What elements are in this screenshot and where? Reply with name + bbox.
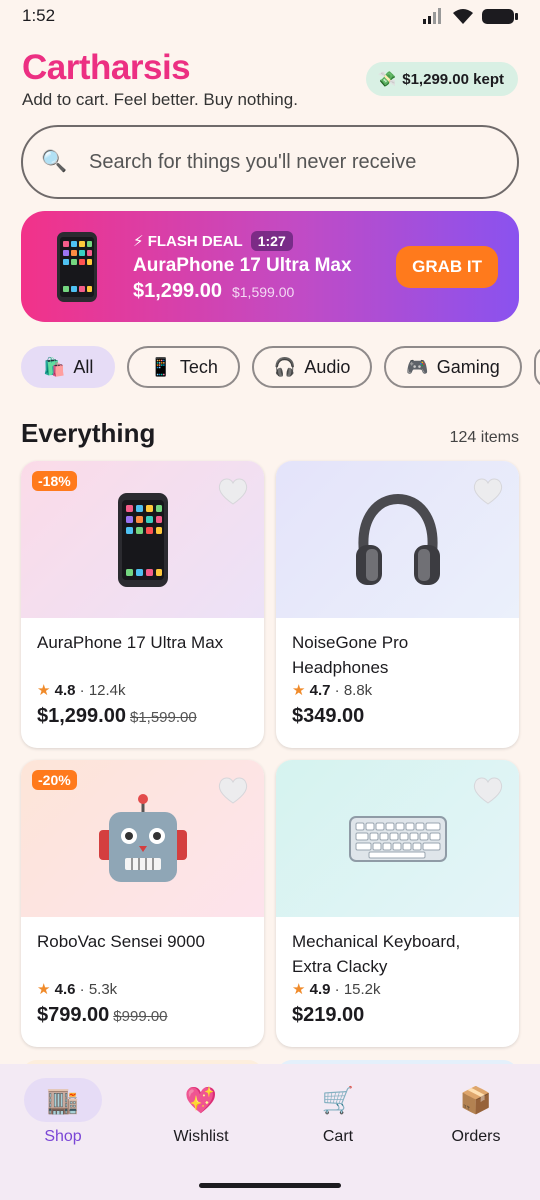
status-icons [422, 8, 518, 25]
product-card[interactable]: -18% AuraPhone 17 Ultra Max ★ 4.8 · 12.4… [21, 461, 264, 748]
review-count: 5.3k [88, 981, 118, 998]
nav-shop[interactable]: 🏬 Shop [13, 1078, 113, 1146]
sparkling-heart-icon: 💖 [184, 1084, 218, 1115]
section-title: Everything [21, 418, 156, 448]
money-with-wings-icon: 💸 [377, 71, 397, 88]
nav-label: Shop [44, 1128, 82, 1145]
headphones-icon [355, 493, 440, 585]
rating-value: 4.8 [54, 682, 76, 699]
heart-icon[interactable] [473, 477, 503, 505]
review-count: 12.4k [88, 682, 126, 699]
battery-icon [482, 8, 518, 24]
star-icon: ★ [37, 682, 51, 699]
flash-deal-timer: 1:27 [250, 230, 293, 251]
product-image: -18% [21, 461, 264, 618]
product-price: $799.00 [37, 1004, 110, 1026]
star-icon: ★ [292, 682, 306, 699]
product-image: -20% [21, 760, 264, 917]
headphones-icon: 🎧 [273, 356, 297, 377]
cart-icon: 🛒 [321, 1084, 355, 1115]
product-rating: ★ 4.6 · 5.3k [37, 981, 118, 998]
product-title: Mechanical Keyboard, Extra Clacky [292, 932, 461, 976]
heart-icon[interactable] [473, 776, 503, 804]
package-icon: 📦 [459, 1084, 493, 1115]
phone-icon: 📱 [149, 356, 172, 377]
product-card[interactable]: NoiseGone Pro Headphones ★ 4.7 · 8.8k $3… [276, 461, 519, 748]
flash-deal-label: ⚡ FLASH DEAL [133, 232, 243, 250]
status-bar: 1:52 [0, 0, 540, 32]
nav-label: Orders [451, 1128, 501, 1145]
robot-icon [98, 793, 187, 882]
discount-badge: -20% [32, 770, 77, 790]
kept-amount: $1,299.00 kept [402, 70, 504, 88]
discount-badge: -18% [32, 471, 77, 491]
section-header: Everything 124 items [21, 418, 519, 449]
nav-cart[interactable]: 🛒 Cart [288, 1078, 388, 1146]
product-rating: ★ 4.7 · 8.8k [292, 682, 373, 699]
product-title: NoiseGone Pro Headphones [292, 633, 409, 677]
bottom-nav: 🏬 Shop 💖 Wishlist 🛒 Cart 📦 Orders [0, 1064, 540, 1200]
search-bar[interactable]: 🔍 [21, 125, 519, 199]
shopping-bags-icon: 🛍️ [43, 356, 66, 377]
grab-it-button[interactable]: GRAB IT [396, 246, 498, 288]
rating-value: 4.9 [309, 981, 331, 998]
flash-deal-title: AuraPhone 17 Ultra Max [133, 254, 352, 276]
flash-deal-banner[interactable]: ⚡ FLASH DEAL 1:27 AuraPhone 17 Ultra Max… [21, 211, 519, 322]
product-title: AuraPhone 17 Ultra Max [37, 633, 224, 652]
header: Cartharsis Add to cart. Feel better. Buy… [22, 48, 518, 114]
product-old-price: $999.00 [113, 1008, 168, 1025]
flash-deal-old-price: $1,599.00 [231, 283, 295, 300]
chip-label: All [73, 356, 94, 377]
product-rating: ★ 4.9 · 15.2k [292, 981, 381, 998]
star-icon: ★ [37, 981, 51, 998]
search-icon: 🔍 [41, 150, 68, 173]
product-price: $1,299.00 [37, 705, 126, 727]
chip-more[interactable] [533, 346, 540, 388]
kept-badge[interactable]: 💸 $1,299.00 kept [365, 62, 518, 96]
chip-label: Gaming [436, 356, 500, 377]
rating-value: 4.7 [309, 682, 331, 699]
product-price: $349.00 [292, 705, 365, 727]
game-controller-icon: 🎮 [406, 356, 429, 377]
rating-value: 4.6 [54, 981, 76, 998]
signal-icon [423, 8, 441, 24]
product-image [276, 461, 519, 618]
status-time: 1:52 [22, 6, 56, 25]
product-card[interactable]: -20% RoboVac Sensei 9000 ★ 4.6 · 5.3k $7… [21, 760, 264, 1047]
product-title: RoboVac Sensei 9000 [37, 932, 205, 951]
home-indicator[interactable] [199, 1183, 341, 1188]
product-old-price: $1,599.00 [129, 709, 197, 726]
item-count: 124 items [449, 429, 519, 446]
nav-label: Wishlist [173, 1128, 229, 1145]
nav-orders[interactable]: 📦 Orders [426, 1078, 526, 1146]
search-input[interactable] [89, 150, 489, 174]
review-count: 15.2k [343, 981, 381, 998]
phone-icon [57, 231, 97, 302]
nav-label: Cart [322, 1128, 354, 1145]
keyboard-icon [348, 815, 447, 862]
wifi-icon [453, 8, 473, 24]
nav-wishlist[interactable]: 💖 Wishlist [151, 1078, 251, 1146]
flash-deal-price: $1,299.00 [133, 279, 222, 302]
chip-tech[interactable]: 📱 Tech [127, 346, 240, 388]
chip-gaming[interactable]: 🎮 Gaming [384, 346, 522, 388]
chip-label: Audio [304, 356, 351, 377]
heart-icon[interactable] [218, 477, 248, 505]
product-card[interactable]: Mechanical Keyboard, Extra Clacky ★ 4.9 … [276, 760, 519, 1047]
product-price: $219.00 [292, 1004, 365, 1026]
heart-icon[interactable] [218, 776, 248, 804]
phone-icon [117, 492, 168, 587]
flash-deal-info: ⚡ FLASH DEAL 1:27 AuraPhone 17 Ultra Max… [133, 230, 352, 303]
department-store-icon: 🏬 [24, 1078, 102, 1122]
chip-label: Tech [179, 356, 218, 377]
product-rating: ★ 4.8 · 12.4k [37, 682, 126, 699]
star-icon: ★ [292, 981, 306, 998]
product-image [276, 760, 519, 917]
category-chips: 🛍️ All 📱 Tech 🎧 Audio 🎮 Gaming [21, 346, 540, 388]
chip-audio[interactable]: 🎧 Audio [251, 346, 373, 388]
review-count: 8.8k [343, 682, 373, 699]
chip-all[interactable]: 🛍️ All [21, 346, 116, 388]
